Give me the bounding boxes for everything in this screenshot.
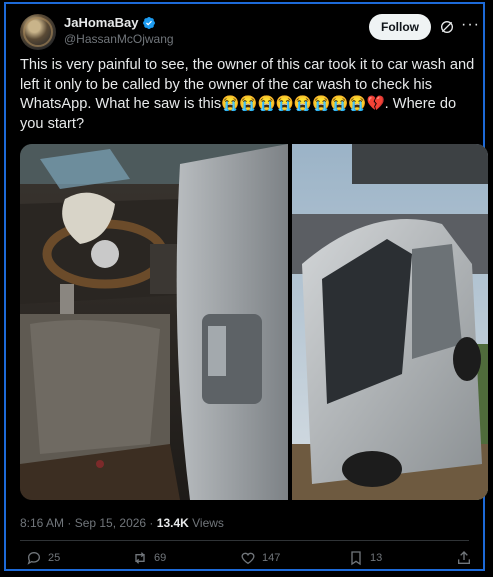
views-count: 13.4K	[156, 516, 189, 530]
repost-icon	[135, 552, 145, 564]
reply-button[interactable]: 25	[26, 550, 60, 566]
views-label: Views	[188, 516, 224, 530]
tweet-meta: 8:16 AM · Sep 15, 2026 · 13.4K Views	[20, 516, 224, 530]
car-exterior-illustration	[292, 144, 488, 500]
name-row: JaHomaBay	[64, 15, 156, 30]
bookmark-button[interactable]: 13	[348, 550, 382, 566]
display-name[interactable]: JaHomaBay	[64, 15, 138, 30]
user-handle[interactable]: @HassanMcOjwang	[64, 32, 174, 46]
follow-button[interactable]: Follow	[369, 14, 431, 40]
like-button[interactable]: 147	[240, 550, 280, 566]
car-interior-illustration	[20, 144, 288, 500]
repost-button[interactable]: 69	[132, 550, 166, 566]
grok-icon[interactable]	[439, 19, 455, 35]
action-bar: 25 69 147 13	[20, 550, 475, 572]
more-options-icon[interactable]: ···	[461, 16, 480, 34]
heart-icon	[241, 552, 255, 565]
share-icon	[458, 551, 470, 564]
divider	[20, 540, 469, 541]
repost-count: 69	[154, 552, 167, 564]
bookmark-count: 13	[370, 552, 383, 564]
share-button[interactable]	[456, 550, 472, 566]
verified-badge-icon	[143, 16, 156, 29]
reply-count: 25	[48, 552, 61, 564]
tweet-text: This is very painful to see, the owner o…	[20, 57, 475, 132]
bookmark-icon	[351, 551, 361, 566]
like-count: 147	[262, 552, 281, 564]
car-interior-photo[interactable]	[20, 144, 288, 500]
timestamp[interactable]: 8:16 AM · Sep 15, 2026 ·	[20, 516, 157, 530]
reply-icon	[27, 551, 41, 565]
media-grid	[20, 144, 488, 500]
car-exterior-photo[interactable]	[292, 144, 488, 500]
avatar[interactable]	[20, 14, 56, 50]
tweet-card: JaHomaBay @HassanMcOjwang Follow ··· Thi…	[4, 2, 488, 572]
